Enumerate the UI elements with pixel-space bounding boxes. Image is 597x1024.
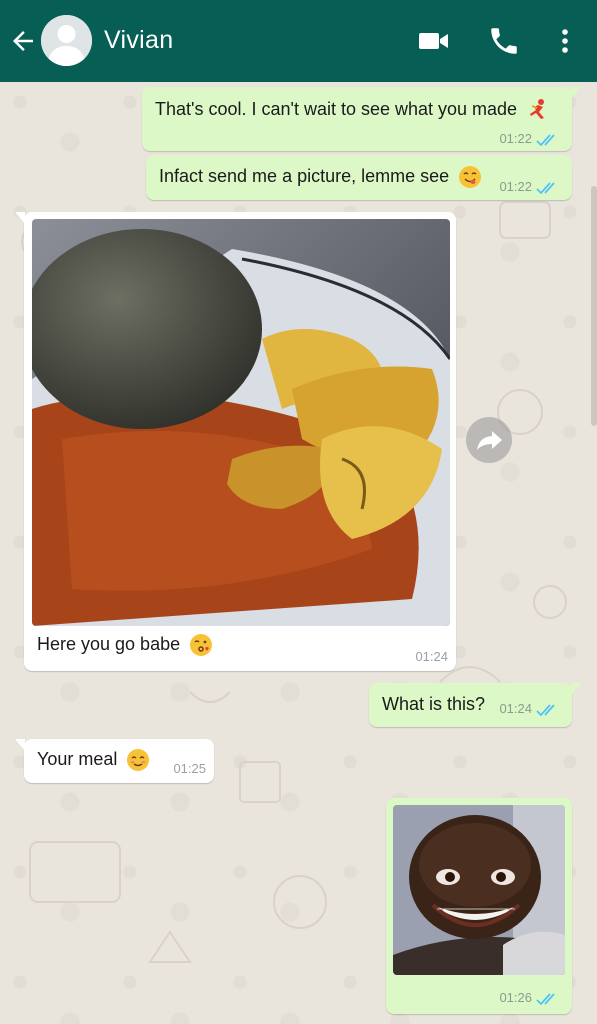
- contact-name[interactable]: Vivian: [104, 26, 173, 55]
- message-text: Infact send me a picture, lemme see: [159, 165, 450, 186]
- message-time: 01:24: [415, 649, 448, 664]
- message-time: 01:26: [499, 990, 532, 1005]
- message-outgoing[interactable]: That's cool. I can't wait to see what yo…: [142, 87, 581, 151]
- message-time: 01:22: [499, 179, 532, 194]
- message-text-row: Your meal: [37, 748, 150, 772]
- dancer-emoji: [530, 99, 545, 119]
- default-avatar-icon: [41, 15, 92, 66]
- message-incoming-image[interactable]: Here you go babe 01:24: [15, 212, 456, 671]
- funny-face-photo-image: [393, 805, 565, 975]
- read-receipt-icon: [536, 993, 555, 1006]
- funny-face-photo[interactable]: [393, 805, 565, 975]
- message-time: 01:22: [499, 131, 532, 146]
- message-outgoing[interactable]: Infact send me a picture, lemme see 01:2…: [146, 155, 572, 200]
- chat-area[interactable]: That's cool. I can't wait to see what yo…: [0, 82, 597, 1024]
- read-receipt-icon: [536, 704, 555, 717]
- message-time: 01:25: [173, 761, 206, 776]
- kissing-face-emoji: [190, 634, 213, 656]
- message-outgoing-image[interactable]: 01:26: [386, 798, 572, 1014]
- message-time: 01:24: [499, 701, 532, 716]
- yum-face-emoji: [459, 166, 482, 188]
- forward-icon: [477, 431, 502, 450]
- chat-header: Vivian: [0, 0, 597, 82]
- food-photo-image: [32, 219, 450, 626]
- message-text-row: Infact send me a picture, lemme see: [159, 165, 482, 189]
- avatar[interactable]: [41, 15, 92, 66]
- scrollbar[interactable]: [591, 186, 597, 426]
- message-text: What is this?: [382, 694, 486, 714]
- message-text-row: That's cool. I can't wait to see what yo…: [155, 98, 550, 122]
- phone-icon[interactable]: [487, 24, 521, 58]
- food-photo[interactable]: [32, 219, 450, 626]
- message-incoming[interactable]: Your meal 01:25: [15, 739, 214, 783]
- image-caption-row: Here you go babe: [37, 633, 213, 657]
- read-receipt-icon: [536, 134, 555, 147]
- message-text-row: What is this?: [382, 694, 485, 715]
- image-caption: Here you go babe: [37, 633, 181, 654]
- smiling-face-emoji: [127, 749, 150, 771]
- arrow-left-icon[interactable]: [8, 26, 38, 56]
- video-call-icon[interactable]: [417, 24, 451, 58]
- message-text: That's cool. I can't wait to see what yo…: [155, 98, 518, 119]
- forward-button[interactable]: [466, 417, 512, 463]
- message-outgoing[interactable]: What is this? 01:24: [369, 683, 581, 727]
- message-text: Your meal: [37, 748, 118, 769]
- more-vert-icon[interactable]: [548, 24, 582, 58]
- read-receipt-icon: [536, 182, 555, 195]
